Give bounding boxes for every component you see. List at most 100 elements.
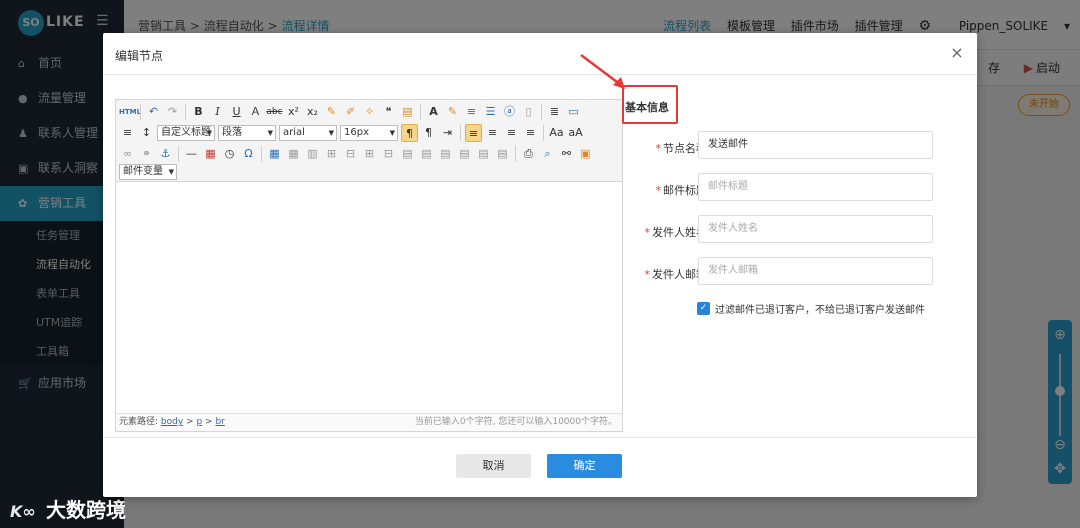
font-size-select[interactable]: 16px ▼ xyxy=(340,125,398,141)
split-rows-icon[interactable]: ▤ xyxy=(475,145,492,163)
editor-toolbar: HTML ↶ ↷ B I U Ａ abc x² x₂ ✎ ✐ ✧ ❝ ▤ A ✎ xyxy=(116,100,622,182)
print-icon[interactable]: ⎙ xyxy=(520,145,537,163)
required-icon: * xyxy=(644,268,651,281)
filter-unsubscribed-option[interactable]: ✓ 过滤邮件已退订客户，不给已退订客户发送邮件 xyxy=(697,301,925,317)
toolbar-row: HTML ↶ ↷ B I U Ａ abc x² x₂ ✎ ✐ ✧ ❝ ▤ A ✎ xyxy=(119,103,584,123)
blockquote-icon[interactable]: ❝ xyxy=(380,103,397,121)
required-icon: * xyxy=(655,142,662,155)
line-height-icon[interactable]: ↕ xyxy=(138,124,155,142)
sender-email-input[interactable]: 发件人邮箱 xyxy=(698,257,933,285)
insert-row-icon[interactable]: ⊞ xyxy=(323,145,340,163)
mail-subject-input[interactable]: 邮件标题 xyxy=(698,173,933,201)
toolbar-row: 邮件变量 ▼ xyxy=(119,163,180,183)
align-left-icon[interactable]: ≡ xyxy=(465,124,482,142)
custom-heading-select[interactable]: 自定义标题 ▼ xyxy=(157,125,215,141)
select-value: 段落 xyxy=(222,127,242,138)
merge-cells-icon[interactable]: ▤ xyxy=(399,145,416,163)
superscript-icon[interactable]: x² xyxy=(285,103,302,121)
redo-icon[interactable]: ↷ xyxy=(164,103,181,121)
confirm-button[interactable]: 确定 xyxy=(547,454,622,478)
insert-paragraph-before-table-icon[interactable]: ▥ xyxy=(304,145,321,163)
toolbar-separator xyxy=(420,104,421,120)
dialog-title: 编辑节点 xyxy=(115,49,164,63)
cancel-button[interactable]: 取消 xyxy=(456,454,531,478)
merge-right-icon[interactable]: ▤ xyxy=(418,145,435,163)
element-path-label: 元素路径: xyxy=(119,417,159,427)
editor-content-area[interactable] xyxy=(116,183,622,414)
italic-icon[interactable]: I xyxy=(209,103,226,121)
paste-plain-icon[interactable]: ▤ xyxy=(399,103,416,121)
ltr-direction-icon[interactable]: ¶ xyxy=(401,124,418,142)
delete-col-icon[interactable]: ⊟ xyxy=(380,145,397,163)
form-row-sender-email: * 发件人邮箱 发件人邮箱 xyxy=(623,257,963,287)
toolbar-separator xyxy=(541,104,542,120)
toolbar-separator xyxy=(178,146,179,162)
row-spacing-icon[interactable]: ≣ xyxy=(546,103,563,121)
date-icon[interactable]: ▦ xyxy=(202,145,219,163)
select-value: 16px xyxy=(344,127,369,138)
background-color-icon[interactable]: ✎ xyxy=(444,103,461,121)
bold-icon[interactable]: B xyxy=(190,103,207,121)
insert-table-icon[interactable]: ▦ xyxy=(266,145,283,163)
find-replace-icon[interactable]: ⚯ xyxy=(558,145,575,163)
preview-icon[interactable]: ▭ xyxy=(565,103,582,121)
sender-name-input[interactable]: 发件人姓名 xyxy=(698,215,933,243)
unordered-list-icon[interactable]: ☰ xyxy=(482,103,499,121)
link-icon[interactable]: ∞ xyxy=(119,145,136,163)
template-icon[interactable]: ▣ xyxy=(577,145,594,163)
clear-doc-icon[interactable]: ▯ xyxy=(520,103,537,121)
section-title: 基本信息 xyxy=(625,101,669,114)
select-value: 自定义标题 xyxy=(161,127,211,138)
subscript-icon[interactable]: x₂ xyxy=(304,103,321,121)
filter-unsubscribed-checkbox[interactable]: ✓ xyxy=(697,302,710,315)
uppercase-icon[interactable]: Aa xyxy=(548,124,565,142)
align-justify-icon[interactable]: ≡ xyxy=(522,124,539,142)
element-path-p[interactable]: p xyxy=(196,417,202,427)
split-cols-icon[interactable]: ▤ xyxy=(494,145,511,163)
unlink-icon[interactable]: ⚭ xyxy=(138,145,155,163)
font-family-select[interactable]: arial ▼ xyxy=(279,125,337,141)
underline-icon[interactable]: U xyxy=(228,103,245,121)
chevron-down-icon: ▼ xyxy=(389,129,395,137)
dialog-footer: 取消 确定 xyxy=(103,437,977,497)
element-path-br[interactable]: br xyxy=(215,417,224,427)
lowercase-icon[interactable]: aA xyxy=(567,124,584,142)
time-icon[interactable]: ◷ xyxy=(221,145,238,163)
chevron-down-icon: ▼ xyxy=(328,129,334,137)
select-all-icon[interactable]: ⓐ xyxy=(501,103,518,121)
strikethrough-icon[interactable]: abc xyxy=(266,103,283,121)
editor-status-bar: 元素路径: body > p > br 当前已输入0个字符, 您还可以输入100… xyxy=(116,413,622,431)
paragraph-spacing-icon[interactable]: ≡ xyxy=(119,124,136,142)
special-char-icon[interactable]: Ω xyxy=(240,145,257,163)
eraser-icon[interactable]: ✎ xyxy=(323,103,340,121)
horizontal-rule-icon[interactable]: — xyxy=(183,145,200,163)
close-icon[interactable]: × xyxy=(949,44,965,62)
insert-col-icon[interactable]: ⊞ xyxy=(361,145,378,163)
toolbar-separator xyxy=(460,125,461,141)
auto-format-icon[interactable]: ✧ xyxy=(361,103,378,121)
delete-row-icon[interactable]: ⊟ xyxy=(342,145,359,163)
rtl-direction-icon[interactable]: ¶ xyxy=(420,124,437,142)
node-name-input[interactable]: 发送邮件 xyxy=(698,131,933,159)
html-source-icon[interactable]: HTML xyxy=(119,103,141,121)
anchor-icon[interactable]: ⚓ xyxy=(157,145,174,163)
form-row-mail-subject: * 邮件标题 邮件标题 xyxy=(623,173,963,203)
element-path-body[interactable]: body xyxy=(161,417,183,427)
ordered-list-icon[interactable]: ≡ xyxy=(463,103,480,121)
select-value: arial xyxy=(283,127,305,138)
search-icon[interactable]: ⌕ xyxy=(539,145,556,163)
mail-variable-select[interactable]: 邮件变量 ▼ xyxy=(119,164,177,180)
undo-icon[interactable]: ↶ xyxy=(145,103,162,121)
align-right-icon[interactable]: ≡ xyxy=(503,124,520,142)
merge-down-icon[interactable]: ▤ xyxy=(437,145,454,163)
delete-table-icon[interactable]: ▦ xyxy=(285,145,302,163)
font-color-icon[interactable]: A xyxy=(425,103,442,121)
format-painter-icon[interactable]: ✐ xyxy=(342,103,359,121)
paragraph-format-select[interactable]: 段落 ▼ xyxy=(218,125,276,141)
watermark-text: 大数跨境 xyxy=(46,498,126,522)
font-border-icon[interactable]: Ａ xyxy=(247,103,264,121)
indent-icon[interactable]: ⇥ xyxy=(439,124,456,142)
split-cells-icon[interactable]: ▤ xyxy=(456,145,473,163)
align-center-icon[interactable]: ≡ xyxy=(484,124,501,142)
toolbar-separator xyxy=(185,104,186,120)
